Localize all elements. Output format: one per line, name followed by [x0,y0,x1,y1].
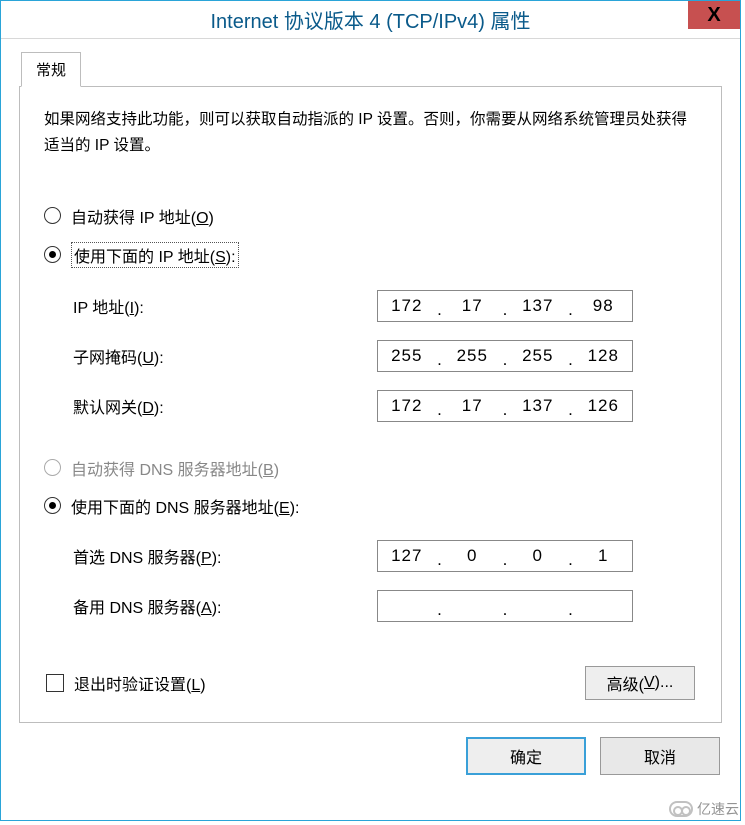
advanced-button[interactable]: 高级(V)... [585,666,695,700]
field-alternate-dns: 备用 DNS 服务器(A): . . . [67,590,697,622]
alternate-dns-label: 备用 DNS 服务器(A): [67,594,377,618]
close-button[interactable]: X [688,1,740,29]
tab-row: 常规 [19,51,722,87]
radio-dns-auto: 自动获得 DNS 服务器地址(B) [44,456,697,480]
radio-ip-auto-label: 自动获得 IP 地址(O) [71,204,214,228]
watermark: 亿速云 [669,799,739,819]
ip-address-label: IP 地址(I): [67,294,377,318]
cancel-button-label: 取消 [644,744,676,768]
checkbox-icon [46,674,64,692]
dialog-window: Internet 协议版本 4 (TCP/IPv4) 属性 X 常规 如果网络支… [0,0,741,821]
radio-icon [44,207,61,224]
preferred-dns-label: 首选 DNS 服务器(P): [67,544,377,568]
watermark-text: 亿速云 [697,799,739,819]
description-text: 如果网络支持此功能，则可以获取自动指派的 IP 设置。否则，你需要从网络系统管理… [44,107,697,160]
default-gateway-label: 默认网关(D): [67,394,377,418]
default-gateway-input[interactable]: 172. 17. 137. 126 [377,390,633,422]
watermark-icon [669,801,693,817]
ok-button[interactable]: 确定 [466,737,586,775]
titlebar: Internet 协议版本 4 (TCP/IPv4) 属性 X [1,1,740,39]
radio-ip-auto[interactable]: 自动获得 IP 地址(O) [44,204,697,228]
dns-fields: 首选 DNS 服务器(P): 127. 0. 0. 1 备用 DNS 服务器(A… [54,532,697,636]
radio-dns-manual[interactable]: 使用下面的 DNS 服务器地址(E): [44,494,697,518]
radio-icon [44,497,61,514]
tab-general-label: 常规 [36,62,66,79]
radio-ip-manual[interactable]: 使用下面的 IP 地址(S): [44,242,697,268]
radio-dns-manual-label: 使用下面的 DNS 服务器地址(E): [71,494,299,518]
radio-dns-auto-label: 自动获得 DNS 服务器地址(B) [71,456,279,480]
bottom-row: 退出时验证设置(L) 高级(V)... [44,666,697,700]
content-area: 常规 如果网络支持此功能，则可以获取自动指派的 IP 设置。否则，你需要从网络系… [1,39,740,793]
close-icon: X [707,4,720,27]
ok-button-label: 确定 [510,744,542,768]
ip-fields: IP 地址(I): 172. 17. 137. 98 子网掩码(U): 255.… [54,282,697,438]
tab-general[interactable]: 常规 [21,52,81,87]
cancel-button[interactable]: 取消 [600,737,720,775]
field-subnet-mask: 子网掩码(U): 255. 255. 255. 128 [67,340,697,372]
validate-label: 退出时验证设置(L) [74,671,206,695]
field-ip-address: IP 地址(I): 172. 17. 137. 98 [67,290,697,322]
validate-checkbox-row[interactable]: 退出时验证设置(L) [46,671,206,695]
tab-body: 如果网络支持此功能，则可以获取自动指派的 IP 设置。否则，你需要从网络系统管理… [19,87,722,723]
radio-icon [44,459,61,476]
preferred-dns-input[interactable]: 127. 0. 0. 1 [377,540,633,572]
subnet-mask-input[interactable]: 255. 255. 255. 128 [377,340,633,372]
radio-icon [44,246,61,263]
subnet-mask-label: 子网掩码(U): [67,344,377,368]
dialog-buttons: 确定 取消 [19,737,722,775]
field-default-gateway: 默认网关(D): 172. 17. 137. 126 [67,390,697,422]
window-title: Internet 协议版本 4 (TCP/IPv4) 属性 [1,5,740,34]
radio-ip-manual-label: 使用下面的 IP 地址(S): [71,242,239,268]
field-preferred-dns: 首选 DNS 服务器(P): 127. 0. 0. 1 [67,540,697,572]
alternate-dns-input[interactable]: . . . [377,590,633,622]
ip-address-input[interactable]: 172. 17. 137. 98 [377,290,633,322]
